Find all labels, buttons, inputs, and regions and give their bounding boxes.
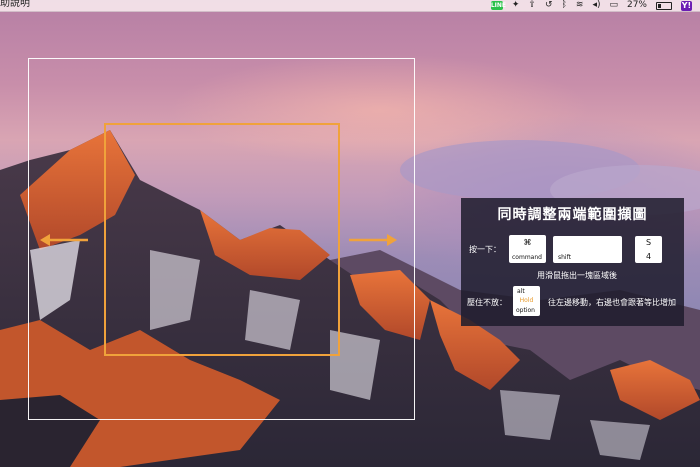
alt-key-bottom: option bbox=[516, 307, 535, 314]
airplay-icon[interactable]: ▭ bbox=[609, 0, 618, 11]
bluetooth-icon[interactable]: ᛒ bbox=[561, 0, 566, 11]
tip-title: 同時調整兩端範圍擷圖 bbox=[497, 207, 648, 223]
left-arrow-icon bbox=[40, 234, 88, 246]
volume-icon[interactable]: ◂) bbox=[592, 0, 600, 11]
right-arrow-icon bbox=[349, 234, 397, 246]
press-once-label: 按一下： bbox=[469, 245, 501, 254]
wifi-icon[interactable]: ≋ bbox=[576, 0, 584, 11]
command-symbol-icon: ⌘ bbox=[523, 238, 532, 247]
battery-percentage: 27% bbox=[626, 0, 647, 10]
s4-key-bottom: 4 bbox=[645, 252, 652, 261]
menu-bar: 助說明 LINE ✦ ⇪ ↺ ᛒ ≋ ◂) ▭ 27% Y! bbox=[0, 0, 700, 12]
help-menu[interactable]: 助說明 bbox=[0, 0, 30, 9]
command-key: ⌘ command bbox=[509, 235, 546, 263]
upload-icon[interactable]: ⇪ bbox=[528, 0, 536, 11]
command-key-label: command bbox=[512, 254, 542, 261]
s4-key: S 4 bbox=[635, 236, 662, 263]
s4-key-top: S bbox=[645, 238, 652, 247]
line-icon[interactable]: LINE bbox=[490, 1, 506, 10]
alt-key-top: alt bbox=[517, 288, 525, 295]
step2-note: 往左邊移動，右邊也會跟著等比增加 bbox=[548, 298, 676, 307]
hold-label: 壓住不放： bbox=[467, 298, 507, 307]
step1-note: 用滑鼠拖出一塊區域後 bbox=[537, 271, 617, 280]
dropbox-icon[interactable]: ✦ bbox=[512, 0, 520, 11]
shift-key-label: shift bbox=[558, 254, 571, 261]
alt-key-hold: Hold bbox=[519, 297, 534, 304]
yahoo-icon[interactable]: Y! bbox=[681, 0, 692, 11]
shift-key: shift bbox=[553, 236, 622, 263]
status-icons: LINE ✦ ⇪ ↺ ᛒ ≋ ◂) ▭ 27% Y! bbox=[490, 0, 692, 11]
battery-icon[interactable] bbox=[656, 1, 672, 10]
alt-option-key: alt Hold option bbox=[513, 286, 540, 316]
inner-selection-frame[interactable] bbox=[104, 123, 340, 356]
time-machine-icon[interactable]: ↺ bbox=[545, 0, 553, 11]
tip-panel: 同時調整兩端範圍擷圖 按一下： ⌘ command shift S 4 用滑鼠拖… bbox=[461, 198, 684, 326]
